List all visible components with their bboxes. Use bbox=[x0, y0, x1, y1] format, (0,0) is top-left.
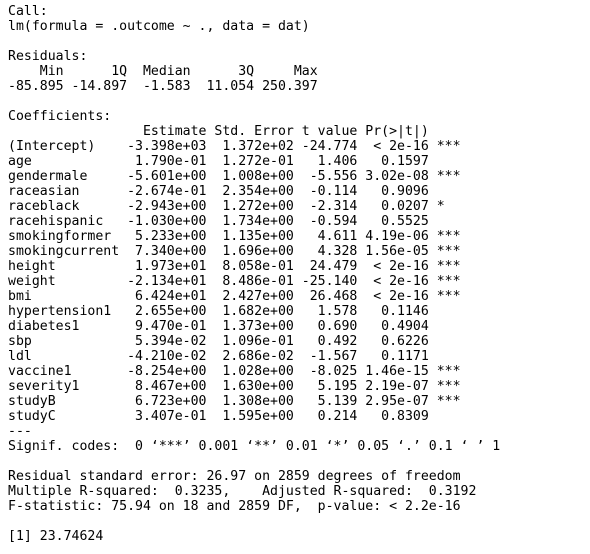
coefficients-separator: --- bbox=[8, 424, 32, 439]
residuals-header: Residuals: bbox=[8, 49, 88, 64]
residual-standard-error: Residual standard error: 26.97 on 2859 d… bbox=[8, 469, 461, 484]
f-statistic-line: F-statistic: 75.94 on 18 and 2859 DF, p-… bbox=[8, 499, 461, 514]
coefficient-row: studyB 6.723e+00 1.308e+00 5.139 2.95e-0… bbox=[8, 394, 461, 409]
coefficient-row: raceasian -2.674e-01 2.354e+00 -0.114 0.… bbox=[8, 184, 461, 199]
residuals-values: -85.895 -14.897 -1.583 11.054 250.397 bbox=[8, 79, 326, 94]
coefficient-row: weight -2.134e+01 8.486e-01 -25.140 < 2e… bbox=[8, 274, 461, 289]
coefficients-table: (Intercept) -3.398e+03 1.372e+02 -24.774… bbox=[8, 139, 590, 424]
coefficient-row: studyC 3.407e-01 1.595e+00 0.214 0.8309 bbox=[8, 409, 461, 424]
coefficient-row: ldl -4.210e-02 2.686e-02 -1.567 0.1171 bbox=[8, 349, 461, 364]
coefficient-row: (Intercept) -3.398e+03 1.372e+02 -24.774… bbox=[8, 139, 461, 154]
coefficient-row: bmi 6.424e+01 2.427e+00 26.468 < 2e-16 *… bbox=[8, 289, 461, 304]
call-header: Call: bbox=[8, 4, 48, 19]
coefficient-row: severity1 8.467e+00 1.630e+00 5.195 2.19… bbox=[8, 379, 461, 394]
coefficient-row: vaccine1 -8.254e+00 1.028e+00 -8.025 1.4… bbox=[8, 364, 461, 379]
coefficient-row: hypertension1 2.655e+00 1.682e+00 1.578 … bbox=[8, 304, 461, 319]
coefficient-row: age 1.790e-01 1.272e-01 1.406 0.1597 bbox=[8, 154, 461, 169]
coefficient-row: raceblack -2.943e+00 1.272e+00 -2.314 0.… bbox=[8, 199, 461, 214]
coefficient-row: racehispanic -1.030e+00 1.734e+00 -0.594… bbox=[8, 214, 461, 229]
result-line: [1] 23.74624 bbox=[8, 529, 104, 544]
coefficients-header: Coefficients: bbox=[8, 109, 112, 124]
coefficient-row: diabetes1 9.470e-01 1.373e+00 0.690 0.49… bbox=[8, 319, 461, 334]
coefficient-row: sbp 5.394e-02 1.096e-01 0.492 0.6226 bbox=[8, 334, 461, 349]
signif-codes: Signif. codes: 0 ‘***’ 0.001 ‘**’ 0.01 ‘… bbox=[8, 439, 501, 454]
r-squared-line: Multiple R-squared: 0.3235, Adjusted R-s… bbox=[8, 484, 485, 499]
coefficients-column-header: Estimate Std. Error t value Pr(>|t|) bbox=[8, 124, 461, 139]
call-formula: lm(formula = .outcome ~ ., data = dat) bbox=[8, 19, 310, 34]
coefficient-row: smokingcurrent 7.340e+00 1.696e+00 4.328… bbox=[8, 244, 461, 259]
residuals-labels: Min 1Q Median 3Q Max bbox=[8, 64, 326, 79]
coefficient-row: smokingformer 5.233e+00 1.135e+00 4.611 … bbox=[8, 229, 461, 244]
coefficient-row: height 1.973e+01 8.058e-01 24.479 < 2e-1… bbox=[8, 259, 461, 274]
r-console-output: Call: lm(formula = .outcome ~ ., data = d… bbox=[0, 0, 590, 554]
coefficient-row: gendermale -5.601e+00 1.008e+00 -5.556 3… bbox=[8, 169, 461, 184]
